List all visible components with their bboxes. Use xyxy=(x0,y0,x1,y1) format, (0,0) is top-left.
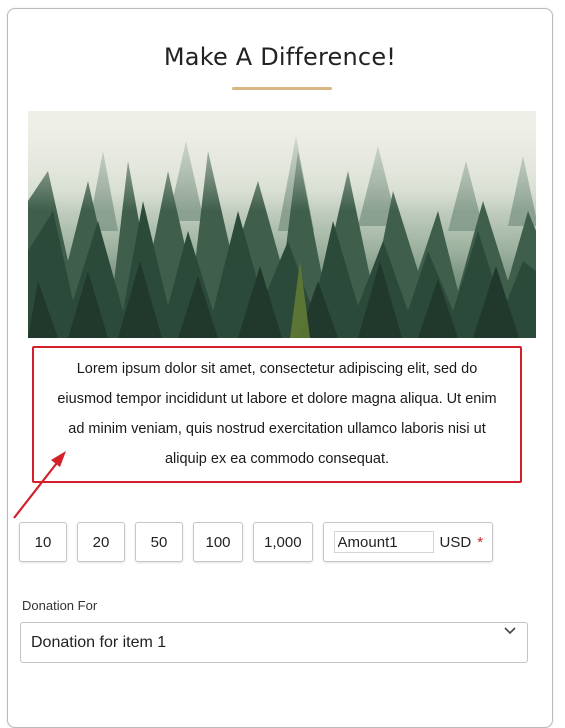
hero-image xyxy=(28,111,536,338)
required-marker: * xyxy=(477,533,484,551)
currency-label: USD xyxy=(439,533,472,551)
custom-amount-group: USD * xyxy=(322,522,493,562)
donation-for-select[interactable]: Donation for item 1 xyxy=(20,622,528,663)
amount-options: 10 20 50 100 1,000 USD * xyxy=(19,522,493,564)
amount-1000-button[interactable]: 1,000 xyxy=(253,522,313,562)
donation-for-value: Donation for item 1 xyxy=(31,633,167,651)
title-divider xyxy=(232,87,332,90)
donation-for-label: Donation For xyxy=(22,598,98,613)
description-text: Lorem ipsum dolor sit amet, consectetur … xyxy=(57,361,497,467)
amount-100-button[interactable]: 100 xyxy=(193,522,243,562)
page-title: Make A Difference! xyxy=(163,43,397,71)
chevron-down-icon xyxy=(504,627,516,635)
amount-50-button[interactable]: 50 xyxy=(135,522,183,562)
amount-10-button[interactable]: 10 xyxy=(19,522,67,562)
custom-amount-input[interactable] xyxy=(333,531,434,553)
description-box: Lorem ipsum dolor sit amet, consectetur … xyxy=(32,346,522,483)
amount-20-button[interactable]: 20 xyxy=(77,522,125,562)
